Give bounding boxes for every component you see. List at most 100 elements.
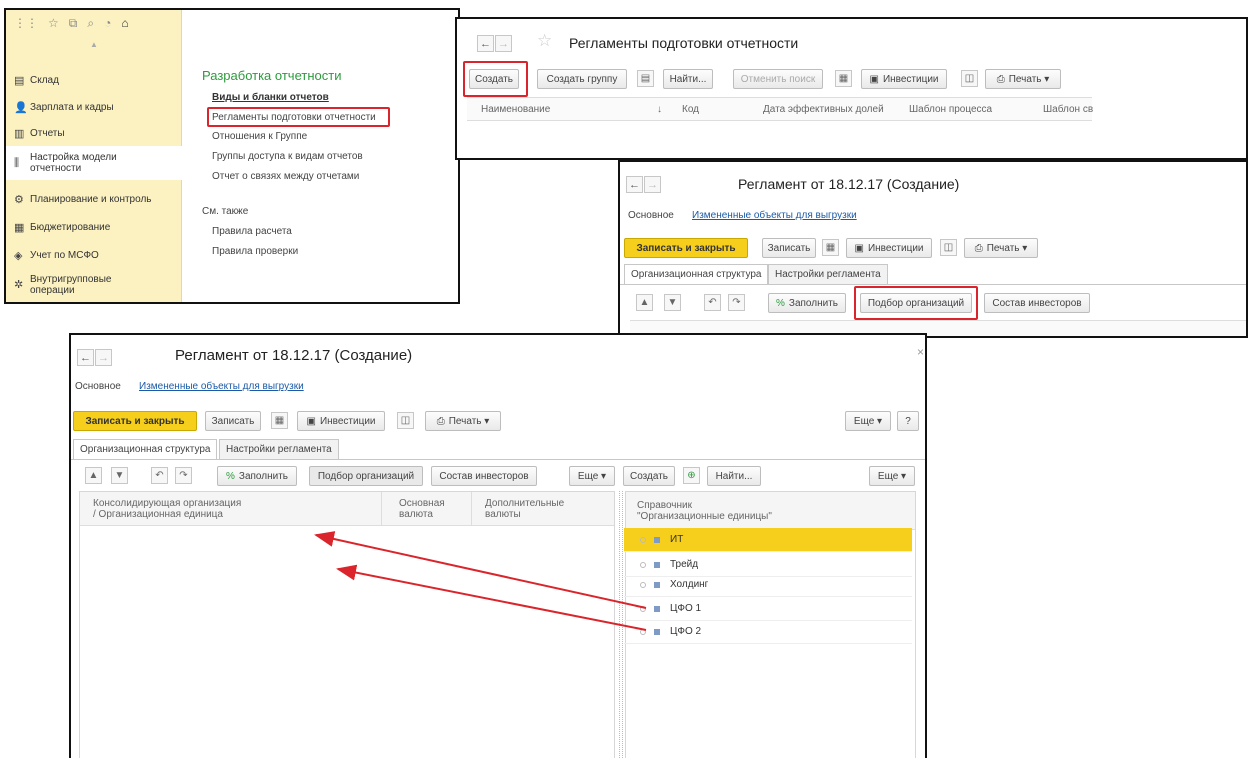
attach-icon[interactable]: ◫ bbox=[397, 412, 414, 429]
help-button[interactable]: ? bbox=[897, 411, 919, 431]
col-consolidating-org[interactable]: Консолидирующая организация / Организаци… bbox=[93, 498, 241, 520]
tab-org-structure[interactable]: Организационная структура bbox=[624, 264, 769, 284]
attach-icon[interactable]: ◫ bbox=[940, 239, 957, 256]
undo-icon[interactable]: ↶ bbox=[704, 294, 721, 311]
tab-regulation-settings[interactable]: Настройки регламента bbox=[768, 264, 888, 284]
unit-label: Трейд bbox=[670, 559, 699, 570]
find-button[interactable]: Найти... bbox=[707, 466, 761, 486]
save-close-button[interactable]: Записать и закрыть bbox=[624, 238, 748, 258]
list-item[interactable]: ЦФО 2 bbox=[624, 620, 912, 644]
undo-icon[interactable]: ↶ bbox=[151, 467, 168, 484]
back-button[interactable]: ← bbox=[77, 349, 94, 366]
save-close-button[interactable]: Записать и закрыть bbox=[73, 411, 197, 431]
radio-icon bbox=[640, 561, 646, 568]
menu-item-forms[interactable]: Виды и бланки отчетов bbox=[212, 92, 329, 103]
changed-objects-link[interactable]: Измененные объекты для выгрузки bbox=[692, 210, 857, 221]
print-button[interactable]: ⎙ Печать ▾ bbox=[985, 69, 1061, 89]
select-orgs-highlight bbox=[854, 286, 978, 320]
menu-item-group-relations[interactable]: Отношения к Группе bbox=[212, 131, 307, 142]
report-icon[interactable]: ▦ bbox=[271, 412, 288, 429]
menu-item-report-links[interactable]: Отчет о связях между отчетами bbox=[212, 171, 359, 182]
tab-main[interactable]: Основное bbox=[628, 210, 674, 221]
col-main-currency[interactable]: Основная валюта bbox=[399, 498, 445, 520]
sidebar-item-model-settings[interactable]: ⫼ Настройка модели отчетности bbox=[6, 146, 182, 180]
col-divider bbox=[381, 492, 382, 526]
tab-regulation-settings[interactable]: Настройки регламента bbox=[219, 439, 339, 459]
move-down-icon[interactable]: ▼ bbox=[664, 294, 681, 311]
list-item[interactable]: ИТ bbox=[624, 528, 912, 552]
fill-button[interactable]: % Заполнить bbox=[217, 466, 297, 486]
print-button[interactable]: ⎙ Печать ▾ bbox=[425, 411, 501, 431]
attach-icon[interactable]: ◫ bbox=[961, 70, 978, 87]
col-code[interactable]: Код bbox=[682, 104, 699, 115]
more-button[interactable]: Еще ▾ bbox=[845, 411, 891, 431]
cancel-search-button[interactable]: Отменить поиск bbox=[733, 69, 823, 89]
panel-splitter[interactable] bbox=[619, 491, 623, 758]
col-template2[interactable]: Шаблон св bbox=[1043, 104, 1093, 115]
col-date[interactable]: Дата эффективных долей bbox=[763, 104, 884, 115]
save-button[interactable]: Записать bbox=[762, 238, 816, 258]
more-right-button[interactable]: Еще ▾ bbox=[869, 466, 915, 486]
changed-objects-link[interactable]: Измененные объекты для выгрузки bbox=[139, 381, 304, 392]
grid-icon[interactable]: ⋮⋮ bbox=[14, 16, 38, 30]
fill-label: Заполнить bbox=[788, 297, 838, 309]
fill-button[interactable]: % Заполнить bbox=[768, 293, 846, 313]
close-icon[interactable]: × bbox=[917, 345, 924, 359]
print-button[interactable]: ⎙ Печать ▾ bbox=[964, 238, 1038, 258]
forward-button[interactable]: → bbox=[644, 176, 661, 193]
list-item[interactable]: Холдинг bbox=[624, 573, 912, 597]
move-up-icon[interactable]: ▲ bbox=[636, 294, 653, 311]
sidebar-item-planning[interactable]: ⚙ Планирование и контроль bbox=[6, 184, 182, 214]
home-icon[interactable]: ⌂ bbox=[121, 16, 128, 30]
fill-icon: % bbox=[776, 297, 785, 309]
forward-button[interactable]: → bbox=[95, 349, 112, 366]
sidebar-item-intragroup[interactable]: ✲ Внутригрупповые операции bbox=[6, 268, 182, 302]
back-button[interactable]: ← bbox=[477, 35, 494, 52]
more-left-button[interactable]: Еще ▾ bbox=[569, 466, 615, 486]
investments-button[interactable]: ▣ Инвестиции bbox=[861, 69, 947, 89]
budget-icon: ▦ bbox=[14, 221, 25, 234]
scroll-up-icon[interactable]: ▲ bbox=[90, 40, 98, 49]
col-process-template[interactable]: Шаблон процесса bbox=[909, 104, 992, 115]
find-button[interactable]: Найти... bbox=[663, 69, 713, 89]
menu-item-calc-rules[interactable]: Правила расчета bbox=[212, 226, 292, 237]
back-button[interactable]: ← bbox=[626, 176, 643, 193]
add-icon[interactable]: ⊕ bbox=[683, 467, 700, 484]
search-icon[interactable]: ⌕ bbox=[87, 16, 94, 31]
report-icon[interactable]: ▦ bbox=[822, 239, 839, 256]
tab-org-structure[interactable]: Организационная структура bbox=[73, 439, 218, 459]
bell-icon[interactable]: ◔ bbox=[104, 16, 111, 30]
sidebar-item-warehouse[interactable]: ▤ Склад bbox=[6, 65, 182, 95]
forward-button[interactable]: → bbox=[495, 35, 512, 52]
move-down-icon[interactable]: ▼ bbox=[111, 467, 128, 484]
star-icon[interactable]: ☆ bbox=[48, 16, 59, 30]
investors-button[interactable]: Состав инвесторов bbox=[431, 466, 537, 486]
investments-button[interactable]: ▣ Инвестиции bbox=[297, 411, 385, 431]
sidebar-item-budgeting[interactable]: ▦ Бюджетирование bbox=[6, 212, 182, 242]
regulations-list-window: ← → ☆ Регламенты подготовки отчетности С… bbox=[455, 17, 1248, 160]
copy-icon[interactable]: ▤ bbox=[637, 70, 654, 87]
tab-main[interactable]: Основное bbox=[75, 381, 121, 392]
list-item[interactable]: ЦФО 1 bbox=[624, 597, 912, 621]
favorite-star-icon[interactable]: ☆ bbox=[537, 31, 552, 51]
report-icon[interactable]: ▦ bbox=[835, 70, 852, 87]
sidebar-item-reports[interactable]: ▥ Отчеты bbox=[6, 118, 182, 148]
col-name[interactable]: Наименование bbox=[481, 104, 550, 115]
investors-button[interactable]: Состав инвесторов bbox=[984, 293, 1090, 313]
col-extra-currencies[interactable]: Дополнительные валюты bbox=[485, 498, 564, 520]
col-sort[interactable]: ↓ bbox=[657, 104, 662, 115]
select-orgs-button[interactable]: Подбор организаций bbox=[309, 466, 423, 486]
history-icon[interactable]: ⧉ bbox=[69, 16, 78, 31]
menu-item-access-groups[interactable]: Группы доступа к видам отчетов bbox=[212, 151, 363, 162]
menu-item-check-rules[interactable]: Правила проверки bbox=[212, 246, 298, 257]
create-unit-button[interactable]: Создать bbox=[623, 466, 675, 486]
org-table[interactable] bbox=[79, 491, 615, 758]
save-button[interactable]: Записать bbox=[205, 411, 261, 431]
investments-button[interactable]: ▣ Инвестиции bbox=[846, 238, 932, 258]
sidebar-item-ifrs[interactable]: ◈ Учет по МСФО bbox=[6, 240, 182, 270]
redo-icon[interactable]: ↷ bbox=[728, 294, 745, 311]
create-group-button[interactable]: Создать группу bbox=[537, 69, 627, 89]
move-up-icon[interactable]: ▲ bbox=[85, 467, 102, 484]
briefcase-icon: ▣ bbox=[306, 415, 316, 427]
redo-icon[interactable]: ↷ bbox=[175, 467, 192, 484]
